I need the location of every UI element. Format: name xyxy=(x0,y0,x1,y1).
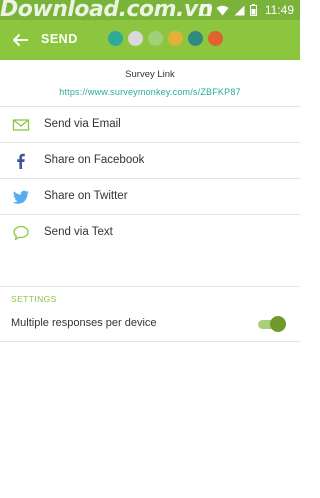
vibrate-icon xyxy=(199,4,211,16)
app-bar: SEND xyxy=(0,20,300,60)
battery-icon xyxy=(249,4,257,16)
status-time: 11:49 xyxy=(264,3,294,17)
wifi-icon xyxy=(216,5,229,15)
share-twitter-row[interactable]: Share on Twitter xyxy=(0,179,300,215)
facebook-icon xyxy=(17,153,25,169)
theme-color-swatch[interactable] xyxy=(148,31,163,46)
setting-multiple-responses: Multiple responses per device xyxy=(0,310,300,342)
survey-link-label: Survey Link xyxy=(125,69,175,80)
share-email-row[interactable]: Send via Email xyxy=(0,107,300,143)
share-facebook-row[interactable]: Share on Facebook xyxy=(0,143,300,179)
survey-link-url[interactable]: https://www.surveymonkey.com/s/ZBFKP87 xyxy=(0,87,300,97)
page-title: SEND xyxy=(41,32,78,46)
share-option-label: Send via Email xyxy=(44,118,121,130)
back-arrow-icon[interactable] xyxy=(10,30,30,50)
theme-color-swatch[interactable] xyxy=(188,31,203,46)
settings-header: SETTINGS xyxy=(11,294,57,304)
survey-link-section: Survey Link https://www.surveymonkey.com… xyxy=(0,60,300,107)
share-option-label: Share on Twitter xyxy=(44,190,128,202)
theme-color-swatch[interactable] xyxy=(168,31,183,46)
toggle-knob xyxy=(270,316,286,332)
mail-icon xyxy=(12,119,30,131)
twitter-icon xyxy=(12,190,29,204)
signal-icon xyxy=(234,5,245,15)
share-option-label: Share on Facebook xyxy=(44,154,145,166)
status-icons: 11:49 xyxy=(199,3,294,17)
multiple-responses-toggle[interactable] xyxy=(258,316,286,332)
theme-color-picker xyxy=(108,31,223,46)
theme-color-swatch[interactable] xyxy=(208,31,223,46)
chat-bubble-icon xyxy=(13,225,29,241)
setting-label: Multiple responses per device xyxy=(11,317,157,329)
share-text-row[interactable]: Send via Text xyxy=(0,215,300,251)
watermark-logo: Download.com.vn xyxy=(0,0,213,22)
section-spacer xyxy=(0,249,300,287)
theme-color-swatch[interactable] xyxy=(108,31,123,46)
share-option-label: Send via Text xyxy=(44,226,113,238)
theme-color-swatch[interactable] xyxy=(128,31,143,46)
status-bar: Download.com.vn 11:49 xyxy=(0,0,300,22)
